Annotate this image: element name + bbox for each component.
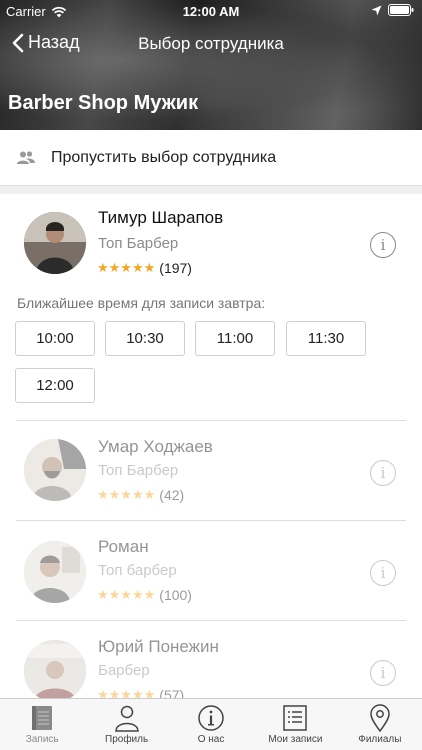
- employee-avatar: [24, 541, 86, 603]
- tab-label: Запись: [25, 734, 59, 745]
- tab-label: Профиль: [105, 734, 149, 745]
- employee-rating: ★★★★★ (100): [97, 587, 192, 603]
- header: Carrier 12:00 AM Назад Выбор сотрудника …: [0, 0, 422, 130]
- time-slot[interactable]: 10:00: [15, 321, 95, 356]
- time-slot[interactable]: 12:00: [15, 368, 95, 403]
- rating-stars: ★★★★★: [97, 487, 156, 502]
- info-button[interactable]: i: [370, 460, 396, 486]
- book-icon: [32, 706, 53, 730]
- section-gap: [0, 186, 422, 194]
- rating-stars: ★★★★★: [97, 260, 156, 275]
- time-slot[interactable]: 11:30: [286, 321, 366, 356]
- rating-stars: ★★★★★: [97, 687, 156, 698]
- tab-about[interactable]: О нас: [169, 699, 253, 750]
- person-icon: [114, 705, 139, 732]
- tab-label: Мои записи: [268, 734, 323, 745]
- employee-name: Умар Ходжаев: [98, 437, 213, 456]
- info-button[interactable]: i: [370, 660, 396, 686]
- employee-rating: ★★★★★ (57): [97, 687, 184, 698]
- employee-avatar: [24, 439, 86, 501]
- tab-my-bookings[interactable]: Мои записи: [253, 699, 337, 750]
- tab-branches[interactable]: Филиалы: [338, 699, 422, 750]
- skip-employee-button[interactable]: Пропустить выбор сотрудника: [0, 130, 422, 186]
- tab-label: Филиалы: [358, 734, 402, 745]
- navigation-bar: Назад Выбор сотрудника: [0, 30, 422, 60]
- nearest-time-label: Ближайшее время для записи завтра:: [17, 295, 266, 311]
- info-button[interactable]: i: [370, 232, 396, 258]
- shop-name: Barber Shop Мужик: [8, 92, 199, 114]
- employee-role: Топ Барбер: [98, 235, 179, 252]
- page-title: Выбор сотрудника: [138, 34, 284, 53]
- employee-role: Топ барбер: [98, 562, 177, 579]
- group-icon: [17, 150, 35, 164]
- employee-rating: ★★★★★ (42): [97, 487, 184, 503]
- status-time: 12:00 AM: [182, 4, 240, 19]
- info-icon: [198, 705, 224, 731]
- employee-card-2[interactable]: Умар Ходжаев Топ Барбер ★★★★★ (42) i: [0, 420, 422, 520]
- review-count: (100): [159, 587, 192, 603]
- tab-label: О нас: [197, 734, 225, 745]
- employee-rating: ★★★★★ (197): [97, 260, 192, 276]
- tab-bar: Запись Профиль О нас Мои записи Филиалы: [0, 698, 422, 750]
- status-bar: Carrier 12:00 AM: [0, 0, 422, 22]
- time-slot[interactable]: 10:30: [105, 321, 185, 356]
- time-slot[interactable]: 11:00: [195, 321, 275, 356]
- employee-avatar: [24, 640, 86, 698]
- review-count: (42): [159, 487, 185, 503]
- info-button[interactable]: i: [370, 560, 396, 586]
- rating-stars: ★★★★★: [97, 587, 156, 602]
- employee-avatar: [24, 212, 86, 274]
- employee-name: Тимур Шарапов: [98, 208, 224, 227]
- employee-name: Роман: [98, 537, 149, 556]
- employee-card-4[interactable]: Юрий Понежин Барбер ★★★★★ (57) i: [0, 620, 422, 698]
- review-count: (197): [159, 260, 192, 276]
- location-arrow-icon: [371, 5, 382, 15]
- skip-employee-label: Пропустить выбор сотрудника: [51, 148, 277, 166]
- employee-role: Топ Барбер: [98, 462, 179, 479]
- employee-name: Юрий Понежин: [98, 637, 219, 656]
- employee-role: Барбер: [98, 662, 150, 679]
- tab-booking[interactable]: Запись: [0, 699, 84, 750]
- battery-icon: [388, 4, 414, 16]
- tab-profile[interactable]: Профиль: [84, 699, 168, 750]
- list-icon: [283, 705, 308, 731]
- review-count: (57): [159, 687, 185, 698]
- map-pin-icon: [370, 704, 390, 732]
- employee-card-3[interactable]: Роман Топ барбер ★★★★★ (100) i: [0, 520, 422, 620]
